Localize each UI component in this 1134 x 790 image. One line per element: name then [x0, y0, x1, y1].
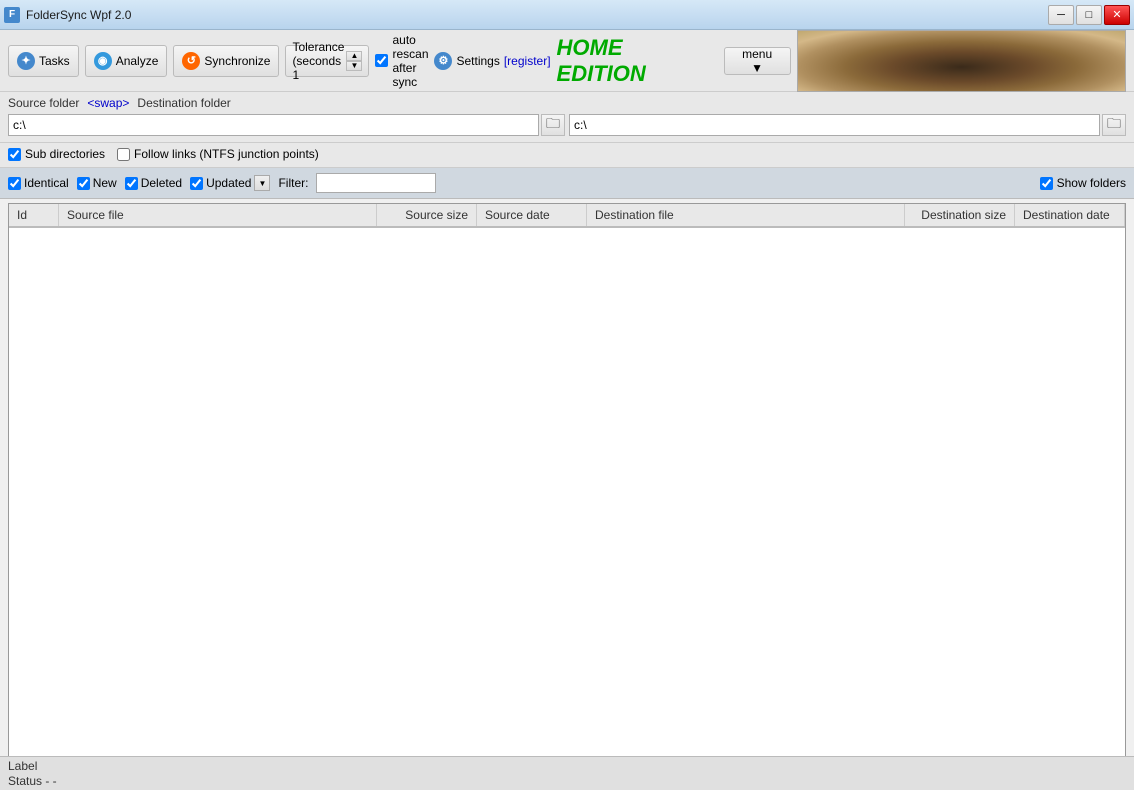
- filter-input[interactable]: [316, 173, 436, 193]
- show-folders-group: Show folders: [1040, 176, 1126, 190]
- sync-icon: ↺: [182, 52, 200, 70]
- minimize-button[interactable]: ─: [1048, 5, 1074, 25]
- header-source-size: Source size: [377, 204, 477, 226]
- tolerance-down-button[interactable]: ▼: [346, 61, 362, 71]
- synchronize-label: Synchronize: [204, 54, 270, 68]
- source-browse-button[interactable]: 🗀: [541, 114, 565, 136]
- dest-browse-button[interactable]: 🗀: [1102, 114, 1126, 136]
- subfolder-row: Sub directories Follow links (NTFS junct…: [0, 143, 1134, 168]
- sub-directories-text: Sub directories: [25, 147, 105, 161]
- tolerance-up-button[interactable]: ▲: [346, 51, 362, 61]
- header-source-file: Source file: [59, 204, 377, 226]
- filter-toolbar: Identical New Deleted Updated ▼ Filter: …: [0, 168, 1134, 199]
- header-dest-date: Destination date: [1015, 204, 1125, 226]
- header-dest-file: Destination file: [587, 204, 905, 226]
- folder-labels: Source folder <swap> Destination folder: [8, 96, 1126, 110]
- show-folders-label: Show folders: [1057, 176, 1126, 190]
- deleted-checkbox[interactable]: [125, 177, 138, 190]
- tolerance-group: Tolerance (seconds 1 ▲ ▼: [285, 45, 369, 77]
- status-bar: Label Status - -: [0, 756, 1134, 790]
- updated-filter: Updated ▼: [190, 175, 270, 191]
- dest-folder-label: Destination folder: [137, 96, 230, 110]
- thumbnail-image: [798, 31, 1125, 91]
- header-id: Id: [9, 204, 59, 226]
- tasks-button[interactable]: ✦ Tasks: [8, 45, 79, 77]
- folder-row: Source folder <swap> Destination folder …: [0, 92, 1134, 143]
- sub-directories-checkbox[interactable]: [8, 148, 21, 161]
- status-label-text: Label: [8, 759, 1126, 773]
- identical-label: Identical: [24, 176, 69, 190]
- title-bar-left: F FolderSync Wpf 2.0: [4, 7, 131, 23]
- dest-folder-input[interactable]: [569, 114, 1100, 136]
- auto-rescan-label: auto rescan after sync: [392, 33, 428, 89]
- folder-inputs: 🗀 🗀: [8, 114, 1126, 136]
- follow-links-label[interactable]: Follow links (NTFS junction points): [117, 147, 319, 161]
- tasks-label: Tasks: [39, 54, 70, 68]
- source-folder-group: 🗀: [8, 114, 565, 136]
- app-body: ✦ Tasks ◉ Analyze ↺ Synchronize Toleranc…: [0, 30, 1134, 790]
- follow-links-text: Follow links (NTFS junction points): [134, 147, 319, 161]
- sub-directories-label[interactable]: Sub directories: [8, 147, 105, 161]
- menu-button[interactable]: menu ▼: [724, 47, 791, 75]
- tolerance-arrows: ▲ ▼: [346, 51, 362, 71]
- status-status-text: Status - -: [8, 774, 1126, 788]
- title-bar-buttons: ─ □ ✕: [1048, 5, 1130, 25]
- deleted-label: Deleted: [141, 176, 182, 190]
- auto-rescan-group: auto rescan after sync: [375, 33, 428, 89]
- app-icon: F: [4, 7, 20, 23]
- source-folder-input[interactable]: [8, 114, 539, 136]
- title-bar-text: FolderSync Wpf 2.0: [26, 8, 131, 22]
- thumbnail-area: [797, 30, 1126, 92]
- synchronize-button[interactable]: ↺ Synchronize: [173, 45, 279, 77]
- settings-label: Settings: [456, 54, 499, 68]
- analyze-icon: ◉: [94, 52, 112, 70]
- tolerance-label: Tolerance (seconds 1: [292, 40, 344, 82]
- analyze-button[interactable]: ◉ Analyze: [85, 45, 168, 77]
- filter-label: Filter:: [278, 176, 308, 190]
- new-checkbox[interactable]: [77, 177, 90, 190]
- identical-filter: Identical: [8, 176, 69, 190]
- main-table-container: Id Source file Source size Source date D…: [8, 203, 1126, 786]
- header-dest-size: Destination size: [905, 204, 1015, 226]
- table-header: Id Source file Source size Source date D…: [9, 204, 1125, 228]
- new-label: New: [93, 176, 117, 190]
- toolbar-left: ✦ Tasks ◉ Analyze ↺ Synchronize Toleranc…: [8, 33, 551, 89]
- tasks-icon: ✦: [17, 52, 35, 70]
- source-folder-label: Source folder: [8, 96, 79, 110]
- dest-folder-group: 🗀: [569, 114, 1126, 136]
- follow-links-checkbox[interactable]: [117, 148, 130, 161]
- table-body: [9, 228, 1125, 783]
- settings-group: ⚙ Settings [register]: [434, 52, 550, 70]
- maximize-button[interactable]: □: [1076, 5, 1102, 25]
- home-edition-label: HOME EDITION: [557, 35, 718, 87]
- toolbar: ✦ Tasks ◉ Analyze ↺ Synchronize Toleranc…: [0, 30, 1134, 92]
- filter-dropdown-button[interactable]: ▼: [254, 175, 270, 191]
- register-link[interactable]: [register]: [504, 54, 551, 68]
- deleted-filter: Deleted: [125, 176, 182, 190]
- close-button[interactable]: ✕: [1104, 5, 1130, 25]
- updated-checkbox[interactable]: [190, 177, 203, 190]
- header-source-date: Source date: [477, 204, 587, 226]
- identical-checkbox[interactable]: [8, 177, 21, 190]
- show-folders-checkbox[interactable]: [1040, 177, 1053, 190]
- title-bar: F FolderSync Wpf 2.0 ─ □ ✕: [0, 0, 1134, 30]
- swap-link[interactable]: <swap>: [87, 96, 129, 110]
- analyze-label: Analyze: [116, 54, 159, 68]
- new-filter: New: [77, 176, 117, 190]
- settings-icon: ⚙: [434, 52, 452, 70]
- updated-label: Updated: [206, 176, 251, 190]
- auto-rescan-checkbox[interactable]: [375, 54, 388, 67]
